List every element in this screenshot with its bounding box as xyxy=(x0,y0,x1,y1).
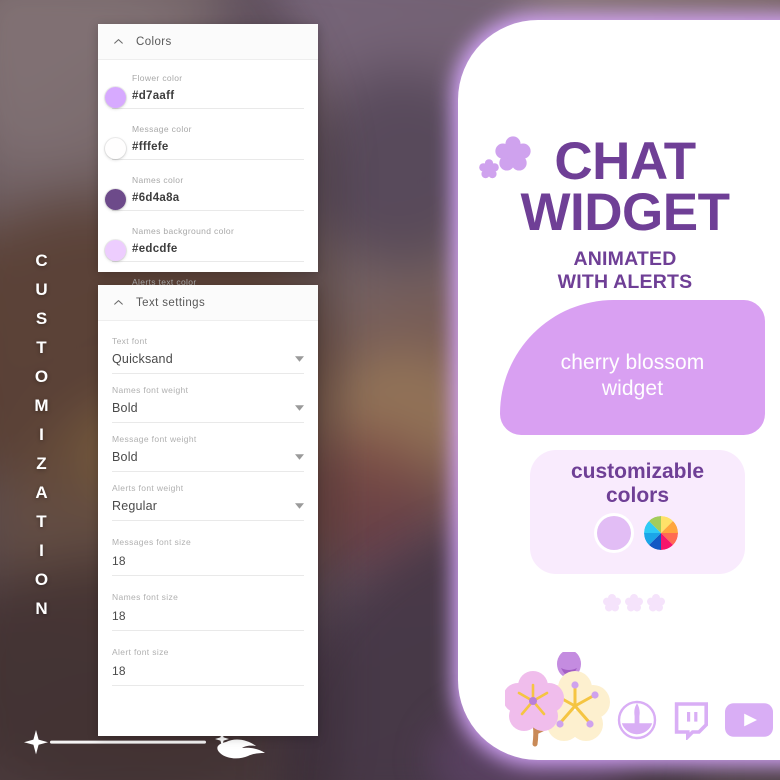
promo-title-line1: CHAT xyxy=(554,132,696,191)
side-label-letter: C xyxy=(35,251,49,270)
customization-side-label: CUSTOMIZATION xyxy=(24,246,60,623)
screenshot-root: CUSTOMIZATION Colors Flower color #d7aaf… xyxy=(0,0,780,780)
sakura-flower-icon xyxy=(647,594,665,612)
color-row-label: Names background color xyxy=(132,226,235,236)
color-row-names-background[interactable]: Names background color #edcdfe xyxy=(105,217,304,268)
field-value[interactable]: Regular xyxy=(112,499,157,513)
color-row-value[interactable]: #d7aaff xyxy=(112,90,304,109)
side-label-letter: I xyxy=(39,425,45,444)
twitch-icon[interactable] xyxy=(671,700,711,740)
panel-colors: Colors Flower color #d7aaff Message colo… xyxy=(98,24,318,313)
promo-subtitle-line2: WITH ALERTS xyxy=(557,271,693,293)
input-alert-font-size[interactable]: Alert font size 18 xyxy=(112,631,304,686)
chevron-up-icon[interactable] xyxy=(112,35,125,48)
field-value[interactable]: 18 xyxy=(112,554,126,568)
sparkle-icon xyxy=(24,730,48,755)
field-value[interactable]: Bold xyxy=(112,401,138,415)
field-value[interactable]: Quicksand xyxy=(112,352,173,366)
field-value[interactable]: Bold xyxy=(112,450,138,464)
color-swatch[interactable] xyxy=(105,138,126,159)
side-label-letter: T xyxy=(36,512,48,531)
color-row-value[interactable]: #edcdfe xyxy=(112,243,304,262)
panel-colors-title: Colors xyxy=(136,35,172,48)
color-swatch[interactable] xyxy=(105,240,126,261)
chevron-down-icon[interactable] xyxy=(295,503,304,509)
select-names-font-weight[interactable]: Names font weight Bold xyxy=(112,374,304,423)
field-label: Alerts font weight xyxy=(112,483,184,493)
sakura-flower-trio xyxy=(603,594,665,612)
chevron-down-icon[interactable] xyxy=(295,356,304,362)
panel-text-settings-body: Text font Quicksand Names font weight Bo… xyxy=(98,321,318,686)
side-label-letter: Z xyxy=(36,454,48,473)
bubble-line2: widget xyxy=(601,376,664,400)
sakura-flower-icon-large xyxy=(495,136,531,177)
feature-line1: customizable xyxy=(570,460,705,483)
panel-text-settings: Text settings Text font Quicksand Names … xyxy=(98,285,318,736)
promo-title-line2: WIDGET xyxy=(520,183,730,243)
select-message-font-weight[interactable]: Message font weight Bold xyxy=(112,423,304,472)
side-label-letter: T xyxy=(36,338,48,357)
color-row-flower[interactable]: Flower color #d7aaff xyxy=(105,64,304,115)
color-swatch-row xyxy=(530,515,745,550)
side-label-letters: CUSTOMIZATION xyxy=(24,246,60,623)
field-value[interactable]: 18 xyxy=(112,609,126,623)
color-row-label: Names color xyxy=(132,175,184,185)
color-row-value[interactable]: #6d4a8a xyxy=(112,192,304,211)
bubble-line1: cherry blossom xyxy=(560,350,705,374)
panel-colors-body: Flower color #d7aaff Message color #fffe… xyxy=(98,60,318,319)
select-text-font[interactable]: Text font Quicksand xyxy=(112,325,304,374)
selected-color-swatch[interactable] xyxy=(597,515,631,550)
color-row-label: Flower color xyxy=(132,73,183,83)
color-row-value[interactable]: #fffefe xyxy=(112,141,304,160)
promo-subtitle-line1: ANIMATED xyxy=(573,248,677,270)
side-label-letter: I xyxy=(39,541,45,560)
color-swatch[interactable] xyxy=(105,87,126,108)
youtube-icon[interactable] xyxy=(725,702,773,738)
color-row-label: Message color xyxy=(132,124,192,134)
field-label: Names font weight xyxy=(112,385,189,395)
cherry-blossom-branch-icon xyxy=(503,650,617,753)
side-label-letter: S xyxy=(35,309,49,328)
side-label-letter: O xyxy=(34,570,50,589)
side-label-letter: O xyxy=(34,367,50,386)
panel-text-settings-title: Text settings xyxy=(136,296,206,309)
side-label-letter: U xyxy=(35,280,49,299)
select-alerts-font-weight[interactable]: Alerts font weight Regular xyxy=(112,472,304,521)
field-label: Messages font size xyxy=(112,537,192,547)
field-label: Names font size xyxy=(112,592,179,602)
field-label: Text font xyxy=(112,336,148,346)
field-value[interactable]: 18 xyxy=(112,664,126,678)
panel-text-settings-header[interactable]: Text settings xyxy=(98,285,318,321)
divider-line xyxy=(50,740,206,744)
side-label-letter: N xyxy=(35,599,49,618)
chevron-down-icon[interactable] xyxy=(295,405,304,411)
input-messages-font-size[interactable]: Messages font size 18 xyxy=(112,521,304,576)
sakura-flower-icon xyxy=(603,594,621,612)
social-icons-row xyxy=(617,700,773,740)
color-swatch[interactable] xyxy=(105,189,126,210)
sakura-flower-icon xyxy=(625,594,643,612)
chevron-up-icon[interactable] xyxy=(112,296,125,309)
sakura-flower-icon-small xyxy=(479,159,499,184)
streamelements-icon[interactable] xyxy=(617,700,657,740)
promo-subtitle: ANIMATED WITH ALERTS xyxy=(458,248,780,294)
color-row-message[interactable]: Message color #fffefe xyxy=(105,115,304,166)
customizable-colors-card: customizable colors xyxy=(530,450,745,574)
input-names-font-size[interactable]: Names font size 18 xyxy=(112,576,304,631)
side-label-letter: M xyxy=(34,396,50,415)
side-label-letter: A xyxy=(35,483,49,502)
feature-line2: colors xyxy=(605,483,670,507)
field-label: Message font weight xyxy=(112,434,197,444)
color-wheel-icon[interactable] xyxy=(644,515,678,550)
field-label: Alert font size xyxy=(112,647,169,657)
flower-pink xyxy=(503,671,564,731)
color-row-names[interactable]: Names color #6d4a8a xyxy=(105,166,304,217)
panel-colors-header[interactable]: Colors xyxy=(98,24,318,60)
chevron-down-icon[interactable] xyxy=(295,454,304,460)
